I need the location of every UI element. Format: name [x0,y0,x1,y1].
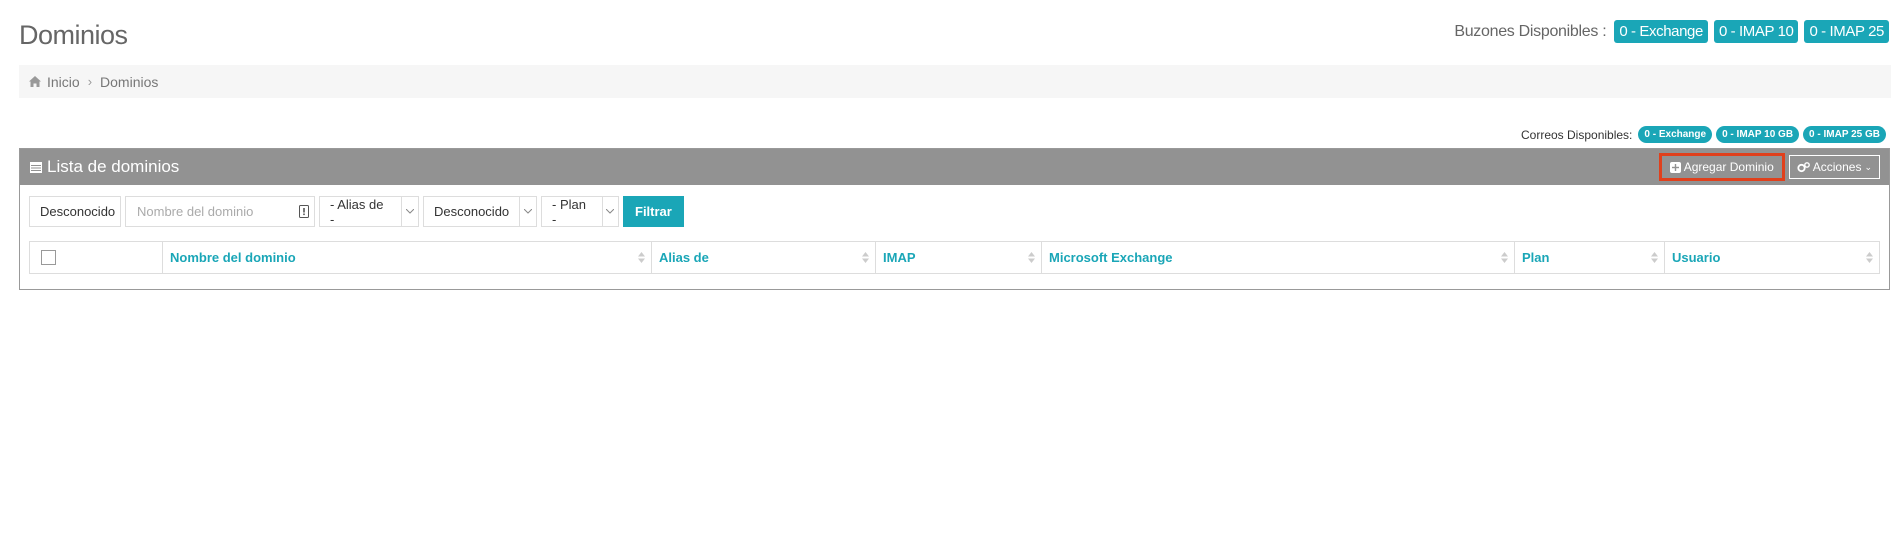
column-header-label: Alias de [659,250,709,265]
sort-icon [638,252,645,263]
column-header-label: IMAP [883,250,916,265]
breadcrumb: Inicio › Dominios [19,65,1891,98]
status2-select[interactable]: Desconocido [423,196,537,227]
sort-icon [1028,252,1035,263]
column-header-alias[interactable]: Alias de [652,242,876,273]
chevron-down-icon [401,197,418,226]
plus-square-icon [1669,161,1681,173]
plan-select[interactable]: - Plan - [541,196,619,227]
mail-label: Correos Disponibles: [1521,127,1633,142]
mailbox-summary: Buzones Disponibles : 0 - Exchange 0 - I… [1454,20,1889,43]
column-header-label: Microsoft Exchange [1049,250,1173,265]
info-box-icon [299,205,309,218]
column-header-plan[interactable]: Plan [1515,242,1665,273]
breadcrumb-current: Dominios [100,73,159,90]
column-header-label: Plan [1522,250,1550,265]
panel-title: Lista de dominios [30,157,179,177]
column-header-domain[interactable]: Nombre del dominio [163,242,652,273]
panel-header: Lista de dominios Agregar Dominio Accion… [20,149,1889,185]
chevron-right-icon: › [87,74,93,89]
add-domain-button[interactable]: Agregar Dominio [1658,153,1785,181]
domains-table-header: Nombre del dominio Alias de IMAP Microso… [29,241,1880,274]
mailbox-badge-imap10: 0 - IMAP 10 [1713,20,1799,43]
mailbox-badge-imap25: 0 - IMAP 25 [1804,20,1889,43]
column-header-imap[interactable]: IMAP [876,242,1042,273]
alias-select[interactable]: - Alias de - [319,196,419,227]
panel-title-text: Lista de dominios [47,157,180,176]
domain-list-panel: Lista de dominios Agregar Dominio Accion… [19,148,1890,290]
status-select[interactable]: Desconocido [29,196,135,227]
breadcrumb-home-link[interactable]: Inicio [47,74,80,90]
column-header-user[interactable]: Usuario [1665,242,1879,273]
sort-icon [1651,252,1658,263]
mail-summary: Correos Disponibles: 0 - Exchange 0 - IM… [1521,126,1886,143]
add-domain-label: Agregar Dominio [1683,160,1774,174]
chevron-down-icon: ⌄ [1864,161,1872,172]
chevron-down-icon [519,197,536,226]
mailbox-label: Buzones Disponibles : [1454,22,1607,40]
mail-badge-imap10: 0 - IMAP 10 GB [1716,126,1800,143]
domain-name-placeholder: Nombre del dominio [137,204,254,219]
filter-button[interactable]: Filtrar [623,196,684,227]
select-all-cell [30,242,163,273]
sort-icon [1501,252,1508,263]
mail-badge-imap25: 0 - IMAP 25 GB [1803,126,1886,143]
sort-icon [862,252,869,263]
filter-bar: Desconocido Nombre del dominio - Alias d… [29,196,684,227]
gears-icon [1797,161,1810,172]
actions-label: Acciones [1812,160,1862,174]
page-title: Dominios [19,20,128,50]
mailbox-badge-exchange: 0 - Exchange [1614,20,1708,43]
status-select-value: Desconocido [40,204,116,219]
chevron-down-icon [601,197,618,226]
list-icon [30,161,42,173]
column-header-label: Usuario [1672,250,1721,265]
home-icon [29,76,41,87]
select-all-checkbox[interactable] [41,250,56,265]
plan-select-value: - Plan - [552,196,586,227]
sort-icon [1866,252,1873,263]
domain-name-input[interactable]: Nombre del dominio [125,196,315,227]
actions-dropdown-button[interactable]: Acciones ⌄ [1788,155,1880,179]
mail-badge-exchange: 0 - Exchange [1638,126,1713,143]
column-header-exchange[interactable]: Microsoft Exchange [1042,242,1515,273]
status2-select-value: Desconocido [434,204,510,219]
alias-select-value: - Alias de - [330,196,384,227]
column-header-label: Nombre del dominio [170,250,296,265]
